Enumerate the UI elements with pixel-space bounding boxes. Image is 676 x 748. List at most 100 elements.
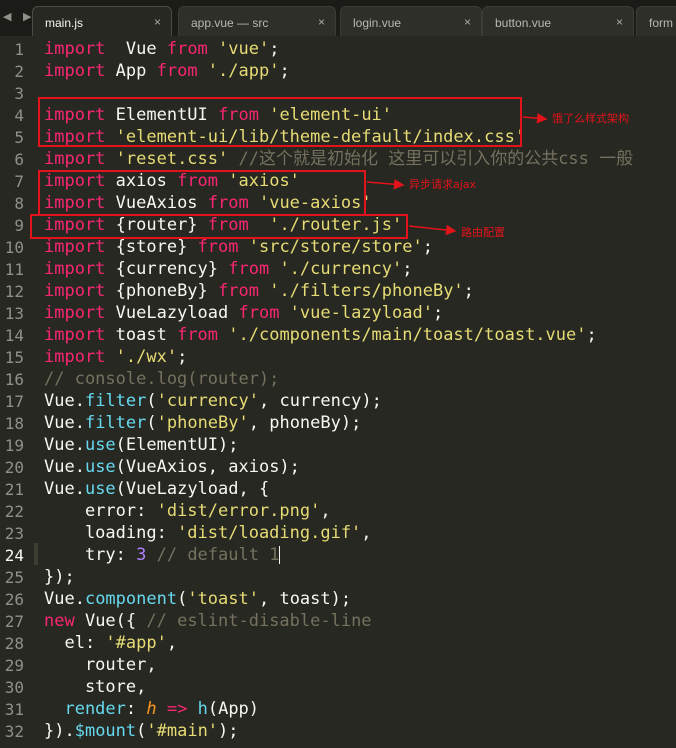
- code-line[interactable]: Vue.use(VueLazyload, {: [44, 478, 269, 500]
- code-token: './currency': [269, 259, 403, 279]
- code-token: //这个就是初始化 这里可以引入你的公共css 一般: [228, 149, 634, 169]
- line-number-gutter: 1 2 3 4 5 6 7 8 9 10 11 12 13 14 15 16 17 18 19 20 21 22 23 24 2…: [0, 36, 34, 748]
- code-token: (ElementUI);: [115, 435, 239, 455]
- code-token: VueLazyload: [105, 303, 239, 323]
- code-token: '#main': [146, 721, 219, 741]
- code-token: (: [136, 721, 147, 741]
- code-token: store,: [44, 677, 147, 697]
- code-token: (VueLazyload, {: [115, 479, 270, 499]
- code-token: import: [44, 347, 106, 367]
- code-token: ;: [402, 259, 413, 279]
- line-number: 20: [4, 458, 24, 477]
- code-token: , currency);: [258, 391, 382, 411]
- code-token: {currency}: [105, 259, 229, 279]
- code-token: Vue.: [44, 589, 85, 609]
- code-token: 'vue': [207, 39, 270, 59]
- code-line[interactable]: import 'reset.css' //这个就是初始化 这里可以引入你的公共c…: [44, 148, 633, 170]
- tab-scroll-arrows[interactable]: ◀ ▶: [3, 10, 35, 23]
- code-line[interactable]: Vue.filter('phoneBy', phoneBy);: [44, 412, 361, 434]
- code-token: 'phoneBy': [156, 413, 249, 433]
- code-line[interactable]: Vue.use(VueAxios, axios);: [44, 456, 300, 478]
- line-number: 21: [4, 480, 24, 499]
- tab-5[interactable]: form: [636, 6, 676, 36]
- code-token: 'dist/loading.gif': [177, 523, 362, 543]
- code-token: // default 1: [146, 545, 280, 565]
- code-line[interactable]: loading: 'dist/loading.gif',: [44, 522, 372, 544]
- code-line[interactable]: Vue.filter('currency', currency);: [44, 390, 382, 412]
- code-line[interactable]: import {phoneBy} from './filters/phoneBy…: [44, 280, 474, 302]
- code-token: el:: [44, 633, 106, 653]
- code-token: h: [146, 699, 157, 719]
- close-icon[interactable]: ×: [616, 15, 623, 29]
- close-icon[interactable]: ×: [318, 15, 325, 29]
- code-token: {phoneBy}: [105, 281, 219, 301]
- code-token: Vue.: [44, 413, 85, 433]
- line-number: 14: [4, 326, 24, 345]
- code-line[interactable]: error: 'dist/error.png',: [44, 500, 331, 522]
- code-token: ;: [463, 281, 474, 301]
- code-token: h: [197, 699, 208, 719]
- tab-label: main.js: [45, 16, 84, 30]
- close-icon[interactable]: ×: [154, 15, 161, 29]
- line-number: 26: [4, 590, 24, 609]
- code-line[interactable]: Vue.component('toast', toast);: [44, 588, 351, 610]
- code-token: import: [44, 303, 106, 323]
- line-number: 28: [4, 634, 24, 653]
- code-token: from: [228, 259, 270, 279]
- close-icon[interactable]: ×: [464, 15, 471, 29]
- code-token: './wx': [105, 347, 178, 367]
- code-token: Vue.: [44, 479, 85, 499]
- code-token: :: [125, 699, 147, 719]
- line-number: 13: [4, 304, 24, 323]
- line-number: 7: [14, 172, 24, 191]
- code-line[interactable]: import {store} from 'src/store/store';: [44, 236, 433, 258]
- code-token: './app': [197, 61, 280, 81]
- code-token: });: [44, 567, 75, 587]
- line-number: 3: [14, 84, 24, 103]
- code-token: router,: [44, 655, 157, 675]
- tab-1[interactable]: main.js ×: [32, 6, 172, 36]
- code-token: =>: [156, 699, 188, 719]
- code-line[interactable]: render: h => h(App): [44, 698, 259, 720]
- line-number: 10: [4, 238, 24, 257]
- code-token: 'toast': [187, 589, 259, 609]
- code-token: loading:: [44, 523, 178, 543]
- tab-3[interactable]: login.vue ×: [340, 6, 482, 36]
- code-token: '#app': [105, 633, 167, 653]
- annotation-arrow-1: [522, 112, 548, 124]
- code-line[interactable]: import {currency} from './currency';: [44, 258, 413, 280]
- code-line[interactable]: el: '#app',: [44, 632, 177, 654]
- code-token: ,: [361, 523, 372, 543]
- code-token: 'vue-lazyload': [279, 303, 433, 323]
- code-token: // eslint-disable-line: [146, 611, 372, 631]
- code-line[interactable]: }).$mount('#main');: [44, 720, 239, 742]
- code-line[interactable]: Vue.use(ElementUI);: [44, 434, 239, 456]
- code-line[interactable]: // console.log(router);: [44, 368, 279, 390]
- code-line[interactable]: import toast from './components/main/toa…: [44, 324, 597, 346]
- code-token: render: [44, 699, 126, 719]
- line-number: 4: [14, 106, 24, 125]
- code-token: ;: [279, 61, 290, 81]
- code-token: , toast);: [258, 589, 352, 609]
- code-token: }).: [44, 721, 75, 741]
- code-line[interactable]: router,: [44, 654, 157, 676]
- code-token: ;: [269, 39, 280, 59]
- code-line[interactable]: import VueLazyload from 'vue-lazyload';: [44, 302, 443, 324]
- code-line[interactable]: import App from './app';: [44, 60, 290, 82]
- code-line[interactable]: new Vue({ // eslint-disable-line: [44, 610, 372, 632]
- code-token: use: [84, 479, 116, 499]
- tab-4[interactable]: button.vue ×: [482, 6, 634, 36]
- code-token: import: [44, 281, 106, 301]
- code-line[interactable]: try: 3 // default 1: [44, 544, 281, 566]
- code-line[interactable]: import './wx';: [44, 346, 187, 368]
- line-number: 8: [14, 194, 24, 213]
- tab-2[interactable]: app.vue — src ×: [178, 6, 336, 36]
- tab-bar: ◀ ▶ main.js × app.vue — src × login.vue × butt…: [0, 0, 676, 36]
- code-line[interactable]: store,: [44, 676, 146, 698]
- code-line[interactable]: import Vue from 'vue';: [44, 38, 279, 60]
- line-number: 31: [4, 700, 24, 719]
- code-token: ;: [586, 325, 597, 345]
- line-number: 12: [4, 282, 24, 301]
- code-line[interactable]: });: [44, 566, 75, 588]
- code-token: 3: [136, 545, 147, 565]
